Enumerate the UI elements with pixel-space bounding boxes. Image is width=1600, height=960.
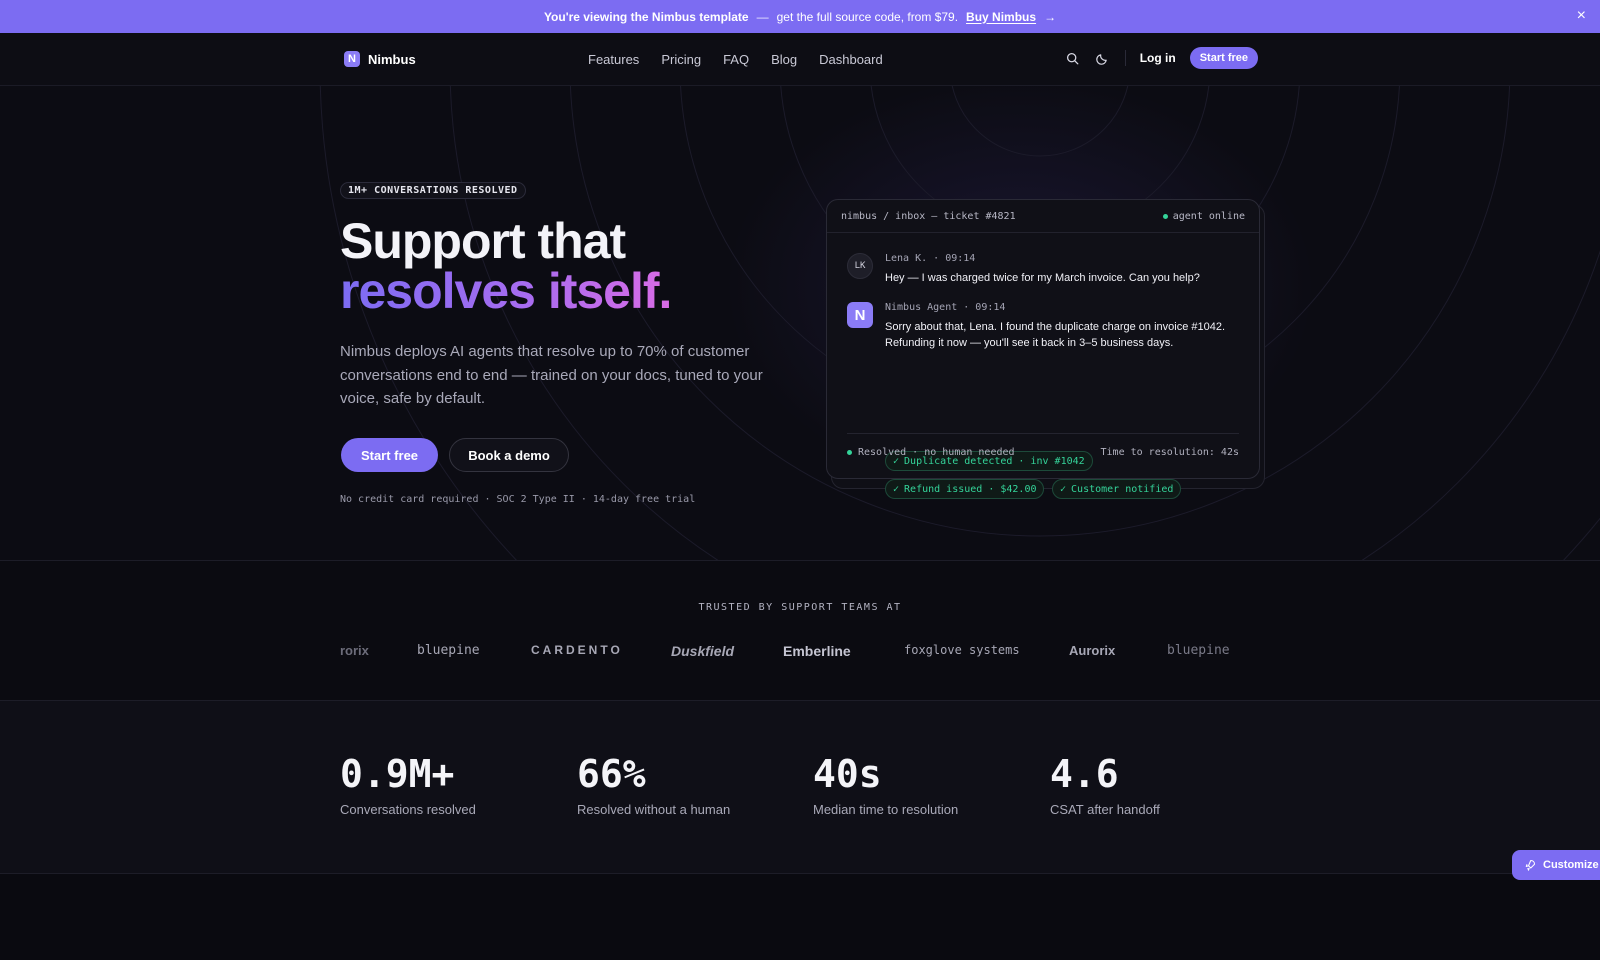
moon-icon[interactable]: [1095, 50, 1111, 66]
ticket-footer: Resolved · no human needed Time to resol…: [847, 433, 1239, 458]
stat-value: 0.9M+: [340, 752, 455, 796]
partner-logo: bluepine: [1167, 643, 1230, 658]
partner-logo: Duskfield: [671, 643, 735, 659]
buy-nimbus-link[interactable]: Buy Nimbus: [966, 10, 1036, 24]
banner-highlight: You're viewing the Nimbus template: [543, 9, 749, 24]
ticket-path: nimbus / inbox — ticket #4821: [841, 210, 1016, 222]
hero-description: Nimbus deploys AI agents that resolve up…: [340, 343, 763, 407]
top-nav: N Nimbus Features Pricing FAQ Blog Dashb…: [0, 33, 1600, 86]
start-free-button[interactable]: Start free: [341, 438, 438, 472]
message-meta: Nimbus Agent · 09:14: [885, 302, 1006, 313]
stat-value: 40s: [813, 752, 882, 796]
page-bottom: [0, 874, 1600, 960]
stats-section: 0.9M+ Conversations resolved 66% Resolve…: [0, 701, 1600, 874]
hero-headline: Support that resolves itself.: [340, 213, 672, 319]
ticket-header: nimbus / inbox — ticket #4821 agent onli…: [827, 200, 1259, 233]
agent-status: agent online: [1162, 210, 1245, 222]
resolved-dot-icon: [847, 450, 852, 455]
stat-label: CSAT after handoff: [1050, 802, 1160, 817]
time-to-resolution: Time to resolution: 42s: [1100, 447, 1239, 458]
rocket-icon: [1525, 859, 1536, 871]
banner-dash: —: [756, 9, 769, 24]
message-meta: Lena K. · 09:14: [885, 253, 976, 264]
search-icon[interactable]: [1065, 50, 1081, 66]
resolution-status: Resolved · no human needed: [847, 447, 1015, 458]
stat-item: 0.9M+ Conversations resolved: [340, 754, 476, 817]
agent-status-label: agent online: [1172, 210, 1245, 222]
arrow-right-icon: →: [1044, 9, 1057, 24]
partner-logo: Aurorix: [1069, 643, 1116, 658]
avatar: LK: [847, 253, 873, 279]
nav-divider: [1124, 50, 1126, 66]
book-demo-button[interactable]: Book a demo: [449, 438, 569, 472]
hero-section: 1M+ CONVERSATIONS RESOLVED Support that …: [0, 86, 1600, 561]
message-agent: N Nimbus Agent · 09:14 Sorry about that,…: [847, 302, 1245, 351]
nav-link-faq[interactable]: FAQ: [723, 52, 749, 67]
nav-links: Features Pricing FAQ Blog Dashboard: [588, 52, 883, 67]
nav-link-pricing[interactable]: Pricing: [661, 52, 701, 67]
status-tag-label: Customer notified: [1071, 483, 1174, 495]
hero-fine-print: No credit card required · SOC 2 Type II …: [340, 494, 696, 505]
brand[interactable]: N Nimbus: [344, 51, 416, 67]
login-link[interactable]: Log in: [1140, 51, 1176, 65]
headline-line-1: Support that: [340, 213, 626, 269]
partner-logo: bluepine: [417, 643, 480, 658]
status-tag: ✓ Customer notified: [1052, 479, 1182, 499]
customize-button[interactable]: Customize: [1512, 850, 1600, 880]
partner-logo: Emberline: [783, 643, 851, 659]
check-icon: ✓: [893, 483, 900, 495]
promo-banner: You're viewing the Nimbus template — get…: [0, 0, 1600, 33]
hero-pill-badge: 1M+ CONVERSATIONS RESOLVED: [340, 182, 526, 199]
stat-label: Resolved without a human: [577, 802, 731, 817]
background-rings: [319, 86, 1600, 560]
message-text: Sorry about that, Lena. I found the dupl…: [885, 321, 1226, 349]
ticket-card: nimbus / inbox — ticket #4821 agent onli…: [826, 199, 1260, 499]
nav-actions: Log in Start free: [1065, 47, 1258, 69]
resolution-status-label: Resolved · no human needed: [858, 447, 1015, 458]
check-icon: ✓: [1060, 483, 1067, 495]
stat-item: 66% Resolved without a human: [577, 754, 730, 817]
nav-link-blog[interactable]: Blog: [771, 52, 797, 67]
message-text: Hey — I was charged twice for my March i…: [885, 272, 1200, 284]
trusted-logos-section: TRUSTED BY SUPPORT TEAMS AT urorix bluep…: [0, 561, 1600, 701]
status-tag: ✓ Refund issued · $42.00: [885, 479, 1045, 499]
brand-logo-icon: N: [344, 51, 360, 67]
stat-item: 40s Median time to resolution: [813, 754, 958, 817]
start-free-nav-button[interactable]: Start free: [1189, 47, 1258, 69]
logo-marquee: urorix bluepine CARDENTO Duskfield Ember…: [340, 643, 1230, 663]
close-icon[interactable]: ×: [1577, 7, 1586, 25]
online-dot-icon: [1162, 213, 1168, 219]
banner-text: get the full source code, from $79.: [776, 9, 959, 24]
partner-logo: urorix: [340, 643, 369, 658]
stat-value: 66%: [577, 752, 646, 796]
trusted-heading: TRUSTED BY SUPPORT TEAMS AT: [698, 602, 902, 613]
agent-avatar: N: [847, 302, 873, 328]
message-customer: LK Lena K. · 09:14 Hey — I was charged t…: [847, 253, 1245, 286]
stat-label: Conversations resolved: [340, 802, 476, 817]
stat-value: 4.6: [1050, 752, 1119, 796]
nav-link-features[interactable]: Features: [588, 52, 639, 67]
partner-logo: foxglove systems: [904, 643, 1020, 657]
customize-label: Customize: [1543, 859, 1599, 871]
nav-link-dashboard[interactable]: Dashboard: [819, 52, 883, 67]
brand-name: Nimbus: [368, 51, 416, 67]
stat-item: 4.6 CSAT after handoff: [1050, 754, 1160, 817]
headline-line-2: resolves itself.: [340, 263, 672, 319]
stat-label: Median time to resolution: [813, 802, 959, 817]
status-tag-label: Refund issued · $42.00: [904, 483, 1037, 495]
partner-logo: CARDENTO: [531, 643, 623, 657]
